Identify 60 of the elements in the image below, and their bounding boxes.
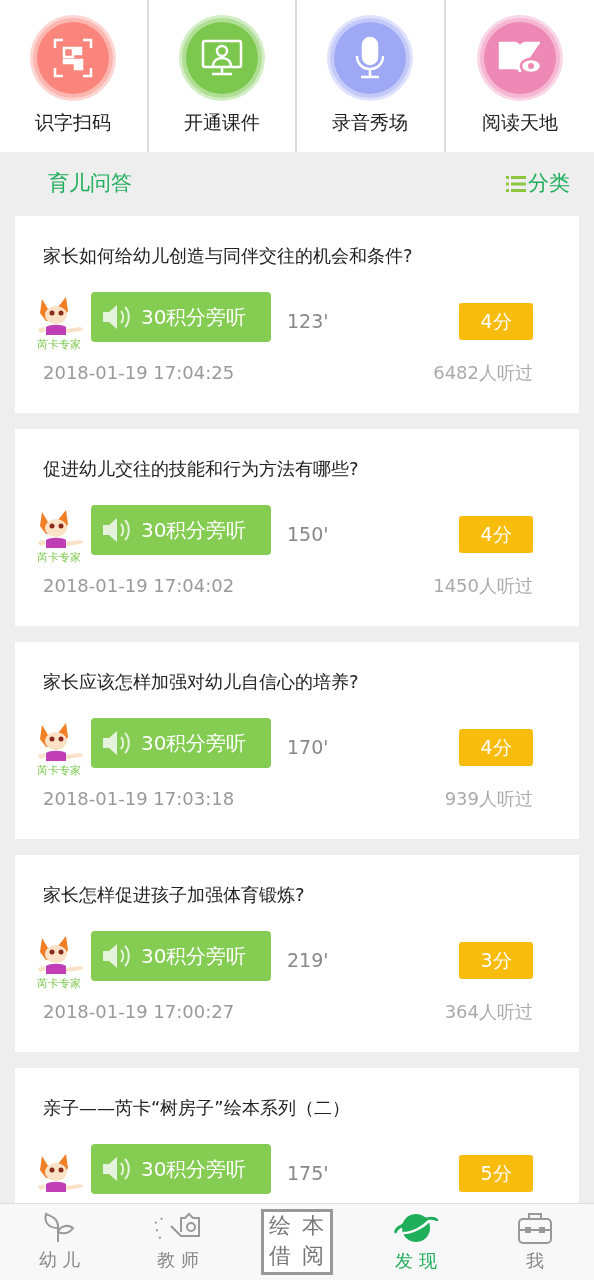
date-text: 2018-01-19 17:04:02 xyxy=(43,574,235,598)
score-tag: 3分 xyxy=(459,941,533,979)
shortcut-tile[interactable]: 录音秀场 xyxy=(297,0,446,152)
question-title: 促进幼儿交往的技能和行为方法有哪些? xyxy=(43,457,360,481)
question-card[interactable]: 促进幼儿交往的技能和行为方法有哪些? 芮卡专家 30积分旁听 150' 4分 2018-01-19 17:04:02 1450人听过 xyxy=(15,429,579,626)
duration-text: 170' xyxy=(287,734,329,760)
score-tag: 4分 xyxy=(459,515,533,553)
qr-scan-icon xyxy=(53,38,94,78)
book-character: 阅 xyxy=(301,1242,326,1270)
shortcut-tile[interactable]: 识字扫码 xyxy=(0,0,149,152)
briefcase-icon xyxy=(515,1210,554,1245)
duration-text: 219' xyxy=(287,947,329,973)
score-tag: 4分 xyxy=(459,728,533,766)
question-card[interactable]: 家长应该怎样加强对幼儿自信心的培养? 芮卡专家 30积分旁听 170' 4分 2018-01-19 17:03:18 939人听过 xyxy=(15,642,579,839)
question-title: 家长如何给幼儿创造与同伴交往的机会和条件? xyxy=(43,244,414,268)
score-tag: 5分 xyxy=(459,1154,533,1192)
duration-text: 150' xyxy=(287,521,329,547)
listener-count: 6482人听过 xyxy=(433,361,533,385)
speaker-icon xyxy=(101,942,131,970)
speaker-icon xyxy=(101,729,131,757)
listener-count: 364人听过 xyxy=(444,1000,533,1024)
nav-tab[interactable]: 我 xyxy=(475,1204,594,1280)
shortcut-label: 录音秀场 xyxy=(332,110,409,135)
shortcut-tile[interactable]: 阅读天地 xyxy=(445,0,594,152)
date-text: 2018-01-19 17:04:25 xyxy=(43,361,235,385)
date-text: 2018-01-19 17:03:18 xyxy=(43,787,235,811)
expert-caption: 芮卡专家 xyxy=(37,977,81,989)
expert-caption: 芮卡专家 xyxy=(37,764,81,776)
monitor-person-icon xyxy=(199,38,244,78)
book-character: 本 xyxy=(301,1212,326,1240)
question-card[interactable]: 家长如何给幼儿创造与同伴交往的机会和条件? 芮卡专家 30积分旁听 123' 4分 2018-01-19 17:04:25 6482人听过 xyxy=(15,216,579,413)
question-title: 家长应该怎样加强对幼儿自信心的培养? xyxy=(43,670,360,694)
question-title: 亲子——芮卡“树房子”绘本系列（二） xyxy=(43,1096,351,1120)
date-text: 2018-01-19 17:00:27 xyxy=(43,1000,235,1024)
book-character: 借 xyxy=(268,1242,293,1270)
list-icon xyxy=(506,175,526,193)
nav-tab[interactable]: 教 师 xyxy=(118,1204,238,1280)
sprout-icon xyxy=(42,1211,77,1244)
speaker-icon xyxy=(101,1155,131,1183)
category-button[interactable]: 分类 xyxy=(506,168,570,200)
section-title: 育儿问答 xyxy=(48,170,132,198)
question-card[interactable]: 亲子——芮卡“树房子”绘本系列（二） 30积分旁听 175' 5分 xyxy=(15,1068,579,1203)
book-character: 绘 xyxy=(268,1212,293,1240)
expert-caption: 芮卡专家 xyxy=(37,338,81,350)
expert-caption: 芮卡专家 xyxy=(37,551,81,563)
speaker-icon xyxy=(101,516,131,544)
duration-text: 123' xyxy=(287,308,329,334)
score-tag: 4分 xyxy=(459,302,533,340)
speaker-icon xyxy=(101,303,131,331)
shortcut-label: 阅读天地 xyxy=(481,110,558,135)
nav-tab[interactable]: 幼 儿 xyxy=(0,1204,119,1280)
shortcut-tile[interactable]: 开通课件 xyxy=(148,0,297,152)
question-title: 家长怎样促进孩子加强体育锻炼? xyxy=(43,883,306,907)
duration-text: 175' xyxy=(287,1160,329,1186)
question-card[interactable]: 家长怎样促进孩子加强体育锻炼? 芮卡专家 30积分旁听 219' 3分 2018-01-19 17:00:27 364人听过 xyxy=(15,855,579,1052)
listener-count: 939人听过 xyxy=(444,787,533,811)
shortcut-label: 识字扫码 xyxy=(35,110,112,135)
shortcut-label: 开通课件 xyxy=(183,110,260,135)
listener-count: 1450人听过 xyxy=(433,574,533,598)
nav-tab[interactable]: 发 现 xyxy=(356,1204,476,1280)
